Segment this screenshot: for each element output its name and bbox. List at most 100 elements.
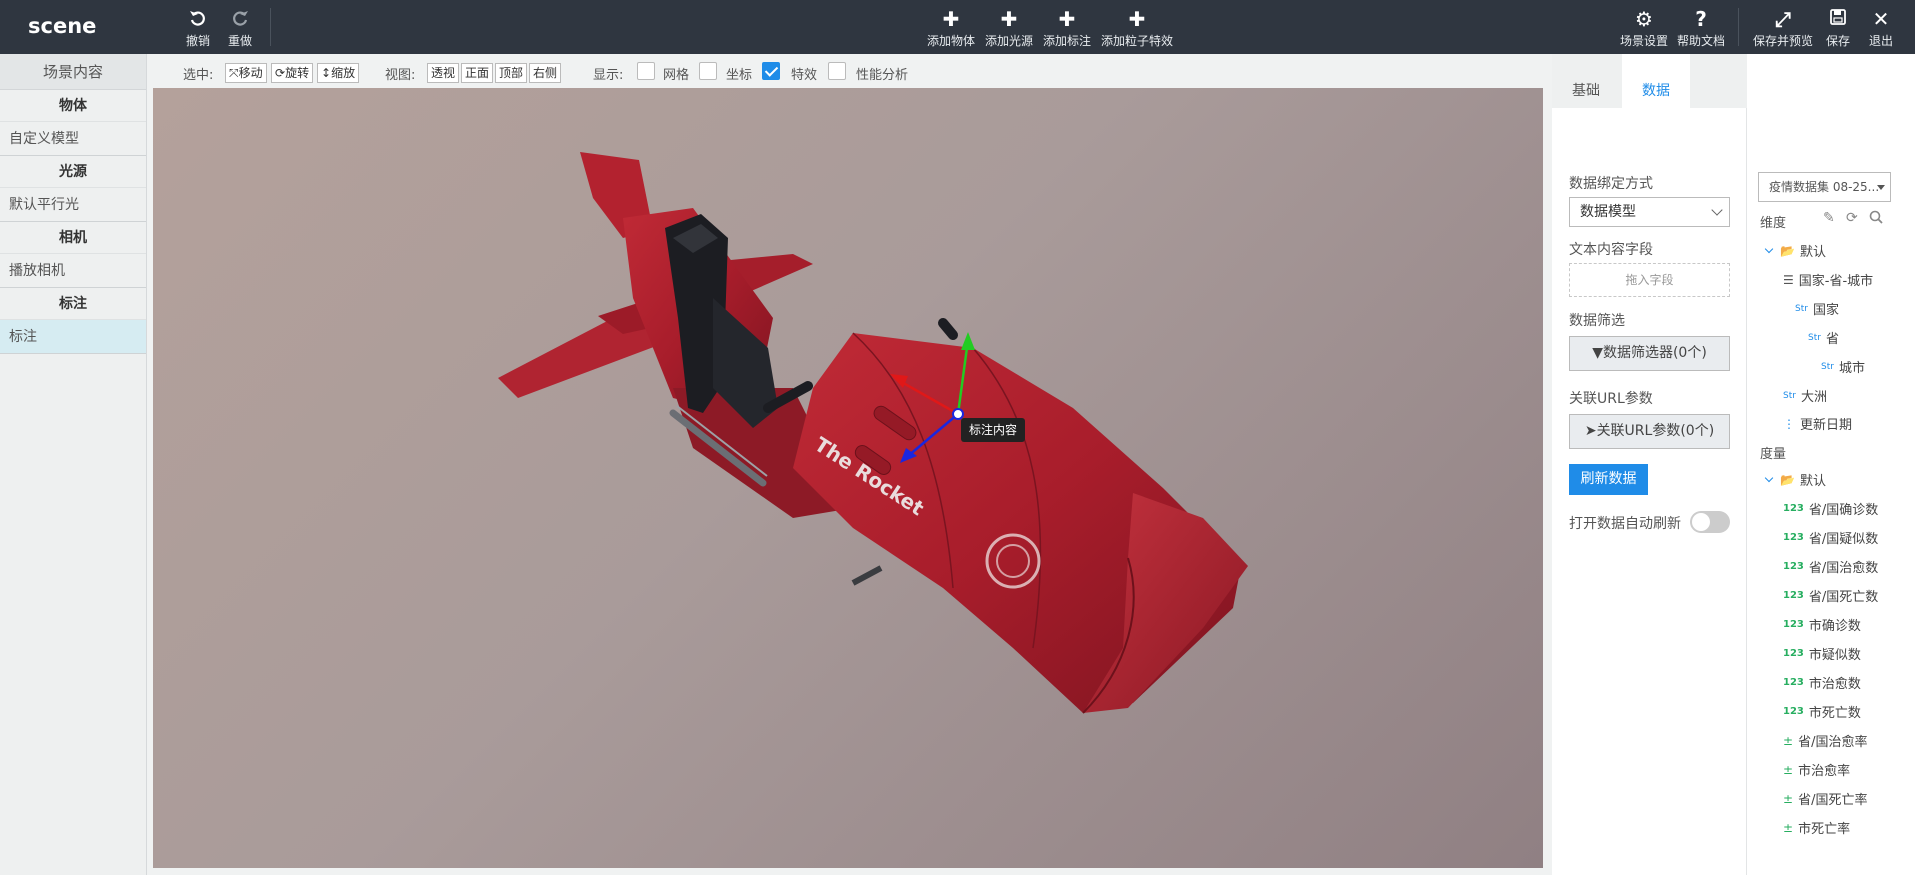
- refresh-data-button[interactable]: 刷新数据: [1569, 464, 1648, 495]
- send-icon: ➤: [1584, 423, 1597, 439]
- search-icon[interactable]: [1869, 210, 1883, 228]
- calc-type-icon: ±: [1783, 733, 1794, 748]
- calc-type-icon: ±: [1783, 791, 1794, 806]
- tree-item-play-camera[interactable]: 播放相机: [0, 254, 146, 288]
- data-filter-button[interactable]: ▼数据筛选器(0个): [1569, 336, 1730, 371]
- url-param-label: 关联URL参数: [1569, 391, 1653, 407]
- filter-icon: ▼: [1592, 345, 1603, 361]
- tree-item-default-light[interactable]: 默认平行光: [0, 188, 146, 222]
- dimension-field[interactable]: Str 国家: [1795, 299, 1839, 318]
- rotate-button[interactable]: ⟳旋转: [271, 63, 314, 83]
- app-logo: scene: [28, 14, 97, 38]
- effects-label: 特效: [791, 68, 818, 83]
- save-preview-button[interactable]: ⤢ 保存并预览: [1753, 8, 1813, 49]
- url-param-button[interactable]: ➤关联URL参数(0个): [1569, 414, 1730, 449]
- number-type-icon: 123: [1783, 561, 1804, 572]
- scene-settings-button[interactable]: ⚙ 场景设置: [1620, 8, 1668, 49]
- dimension-folder[interactable]: 📂 默认: [1764, 241, 1826, 260]
- chevron-down-icon: [1711, 204, 1723, 216]
- measure-field[interactable]: 123 市治愈数: [1783, 673, 1861, 692]
- tab-data[interactable]: 数据: [1622, 54, 1690, 108]
- bind-mode-label: 数据绑定方式: [1569, 176, 1653, 192]
- property-tabs: 基础 数据: [1552, 54, 1747, 108]
- annotation-label[interactable]: 标注内容: [961, 418, 1026, 442]
- chevron-down-icon: [1764, 473, 1774, 482]
- close-icon: ✕: [1872, 7, 1890, 31]
- number-type-icon: 123: [1783, 677, 1804, 688]
- tree-item-label[interactable]: 标注: [0, 320, 146, 354]
- scale-button[interactable]: ↕缩放: [317, 63, 360, 83]
- measure-field[interactable]: 123 省/国疑似数: [1783, 528, 1878, 547]
- measure-field[interactable]: 123 市疑似数: [1783, 644, 1861, 663]
- axes-checkbox[interactable]: [699, 62, 717, 80]
- dataset-select[interactable]: 疫情数据集 08-25...: [1758, 172, 1891, 202]
- measure-field[interactable]: 123 市死亡数: [1783, 702, 1861, 721]
- add-light-button[interactable]: ✚ 添加光源: [985, 8, 1033, 49]
- perf-checkbox[interactable]: [828, 62, 846, 80]
- perf-label: 性能分析: [856, 68, 909, 83]
- measure-field[interactable]: ± 省/国死亡率: [1783, 789, 1867, 809]
- floppy-icon: [1830, 8, 1846, 30]
- dimension-field[interactable]: Str 大洲: [1783, 386, 1827, 405]
- view-right-button[interactable]: 右侧: [529, 63, 562, 83]
- view-top-button[interactable]: 顶部: [495, 63, 528, 83]
- gear-icon: ⚙: [1635, 7, 1653, 31]
- redo-button[interactable]: 重做: [228, 8, 252, 49]
- tab-basic[interactable]: 基础: [1552, 54, 1620, 108]
- field-drop-zone[interactable]: 拖入字段: [1569, 263, 1730, 297]
- bind-mode-select[interactable]: 数据模型: [1569, 197, 1730, 227]
- exit-button[interactable]: ✕ 退出: [1869, 8, 1893, 49]
- view-label: 视图:: [385, 68, 416, 83]
- measure-field[interactable]: ± 市死亡率: [1783, 818, 1850, 838]
- measure-field[interactable]: 123 省/国确诊数: [1783, 499, 1878, 518]
- add-particle-button[interactable]: ✚ 添加粒子特效: [1101, 8, 1173, 49]
- string-type-icon: Str: [1821, 361, 1834, 372]
- axes-label: 坐标: [726, 68, 753, 83]
- viewport-toolbar: 选中: ⤧移动 ⟳旋转 ↕缩放 视图: 透视 正面 顶部 右侧 显示: 网格 坐…: [148, 54, 1543, 88]
- pencil-icon[interactable]: ✎: [1823, 210, 1835, 226]
- measure-folder[interactable]: 📂 默认: [1764, 470, 1826, 489]
- display-label: 显示:: [593, 68, 624, 83]
- rocket-model[interactable]: The Rocket: [153, 88, 1543, 868]
- grid-label: 网格: [663, 68, 690, 83]
- refresh-icon[interactable]: ⟳: [1846, 210, 1858, 226]
- field-list-panel: 疫情数据集 08-25... 维度 ✎ ⟳ 📂 默认 ☰ 国家-省-城市 Str…: [1747, 108, 1915, 875]
- measure-field[interactable]: 123 省/国治愈数: [1783, 557, 1878, 576]
- calc-type-icon: ±: [1783, 762, 1794, 777]
- dimension-field[interactable]: Str 省: [1808, 328, 1839, 347]
- move-button[interactable]: ⤧移动: [225, 63, 267, 83]
- string-type-icon: Str: [1808, 332, 1821, 343]
- group-objects: 物体: [0, 90, 146, 122]
- measure-heading: 度量: [1760, 447, 1787, 462]
- add-label-button[interactable]: ✚ 添加标注: [1043, 8, 1091, 49]
- plus-icon: ✚: [1000, 7, 1018, 31]
- scene-tree-panel: 场景内容 物体 自定义模型 光源 默认平行光 相机 播放相机 标注 标注: [0, 54, 147, 875]
- auto-refresh-toggle[interactable]: [1690, 511, 1730, 533]
- plus-icon: ✚: [1128, 7, 1146, 31]
- measure-field[interactable]: ± 市治愈率: [1783, 760, 1850, 780]
- undo-button[interactable]: 撤销: [186, 8, 210, 49]
- toolbar-separator: [270, 8, 271, 46]
- add-object-button[interactable]: ✚ 添加物体: [927, 8, 975, 49]
- toolbar-separator: [1738, 8, 1739, 46]
- help-docs-button[interactable]: ? 帮助文档: [1677, 8, 1725, 49]
- measure-field[interactable]: 123 省/国死亡数: [1783, 586, 1878, 605]
- string-type-icon: Str: [1795, 303, 1808, 314]
- dimension-field[interactable]: ☰ 国家-省-城市: [1783, 270, 1873, 290]
- number-type-icon: 123: [1783, 532, 1804, 543]
- view-front-button[interactable]: 正面: [461, 63, 494, 83]
- save-button[interactable]: 保存: [1826, 8, 1850, 49]
- group-lights: 光源: [0, 156, 146, 188]
- view-perspective-button[interactable]: 透视: [427, 63, 460, 83]
- tree-item-custom-model[interactable]: 自定义模型: [0, 122, 146, 156]
- string-type-icon: Str: [1783, 390, 1796, 401]
- effects-checkbox[interactable]: [762, 62, 780, 80]
- grid-checkbox[interactable]: [637, 62, 655, 80]
- 3d-viewport[interactable]: The Rocket 标注内容: [153, 88, 1543, 868]
- measure-field[interactable]: 123 市确诊数: [1783, 615, 1861, 634]
- number-type-icon: 123: [1783, 706, 1804, 717]
- measure-field[interactable]: ± 省/国治愈率: [1783, 731, 1867, 751]
- dimension-field[interactable]: Str 城市: [1821, 357, 1865, 376]
- dimension-field[interactable]: ⋮ 更新日期: [1783, 414, 1852, 434]
- number-type-icon: 123: [1783, 619, 1804, 630]
